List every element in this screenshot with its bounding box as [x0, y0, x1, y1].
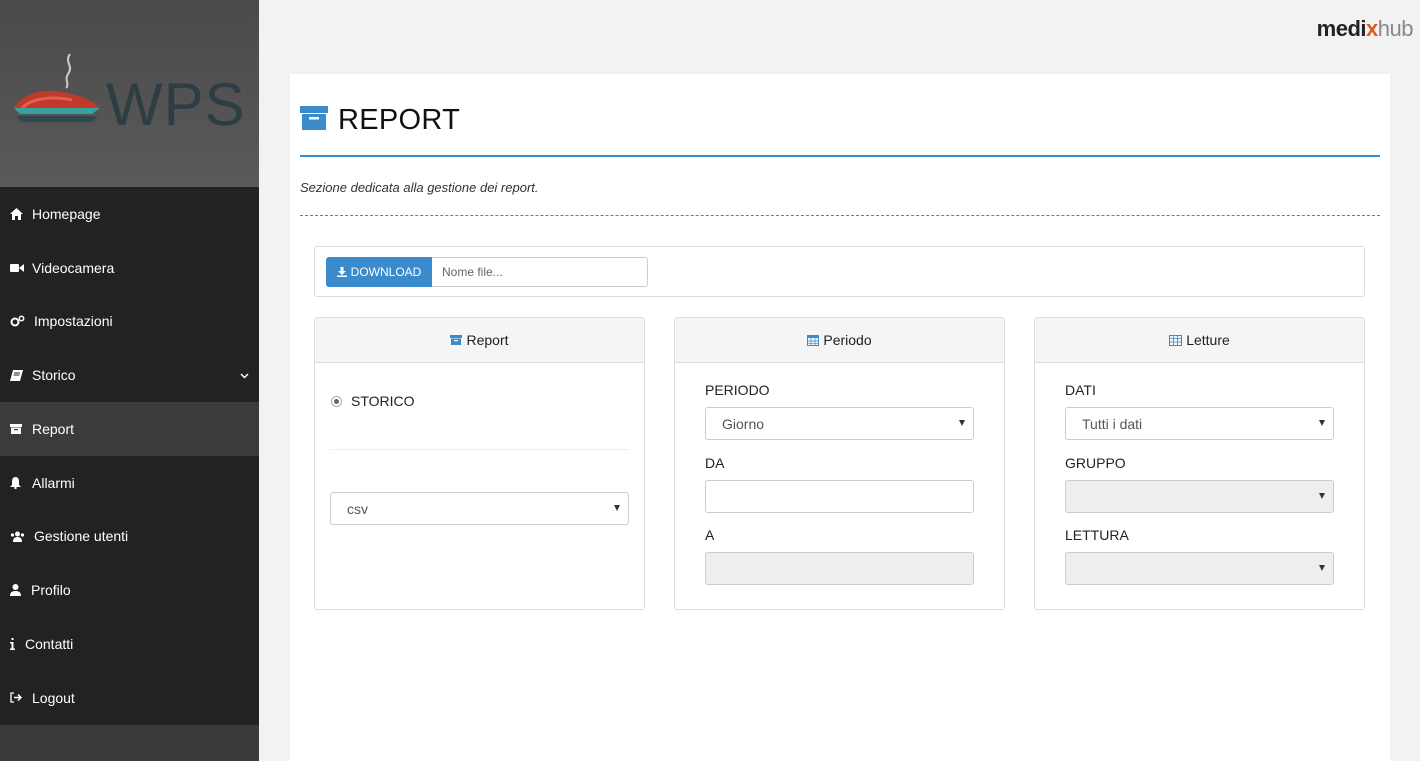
caret-down-icon: [959, 420, 965, 426]
sidebar-item-label: Gestione utenti: [34, 528, 129, 545]
lettura-label: LETTURA: [1065, 527, 1129, 543]
sidebar-item-logout[interactable]: Logout: [0, 671, 259, 725]
sidebar-item-label: Videocamera: [32, 259, 115, 276]
archive-icon: [10, 423, 32, 434]
title-divider: [300, 155, 1380, 157]
sign-out-icon: [10, 692, 32, 703]
download-button-label: DOWNLOAD: [350, 265, 422, 279]
sidebar-item-contatti[interactable]: Contatti: [0, 617, 259, 671]
logo-text: WPS: [106, 71, 246, 138]
chevron-down-icon[interactable]: [240, 366, 249, 382]
da-date-input[interactable]: [705, 480, 974, 513]
sidebar-item-allarmi[interactable]: Allarmi: [0, 456, 259, 510]
cogs-icon: [10, 315, 34, 327]
sidebar-item-label: Profilo: [31, 582, 71, 599]
dashed-divider: [300, 215, 1380, 216]
da-label: DA: [705, 455, 725, 471]
caret-down-icon: [1319, 493, 1325, 499]
storico-radio[interactable]: STORICO: [331, 393, 415, 409]
report-card-header: Report: [315, 318, 644, 363]
dati-select[interactable]: Tutti i dati: [1065, 407, 1334, 440]
caret-down-icon: [1319, 565, 1325, 571]
sidebar-item-videocamera[interactable]: Videocamera: [0, 241, 259, 295]
letture-card: Letture DATI Tutti i dati GRUPPO LETTURA: [1034, 317, 1365, 610]
format-select[interactable]: csv: [330, 492, 629, 525]
a-date-input[interactable]: [705, 552, 974, 585]
archive-icon: [450, 335, 463, 345]
page-subtitle: Sezione dedicata alla gestione dei repor…: [300, 180, 539, 195]
lettura-select[interactable]: [1065, 552, 1334, 585]
sidebar-item-storico[interactable]: Storico: [0, 348, 259, 402]
letture-card-header: Letture: [1035, 318, 1364, 363]
book-icon: [10, 369, 32, 381]
sidebar-item-label: Storico: [32, 367, 76, 384]
report-card: Report STORICO csv: [314, 317, 645, 610]
sidebar-item-label: Homepage: [32, 205, 101, 222]
sidebar: WPS Homepage Videocamera Impostazioni St…: [0, 0, 259, 761]
user-icon: [10, 584, 31, 597]
bread-logo-icon: [14, 53, 100, 122]
calendar-icon: [807, 334, 820, 346]
sidebar-item-profilo[interactable]: Profilo: [0, 563, 259, 617]
download-bar: DOWNLOAD: [314, 246, 1365, 297]
gruppo-select[interactable]: [1065, 480, 1334, 513]
table-icon: [1169, 334, 1183, 346]
info-icon: [10, 637, 25, 650]
download-button[interactable]: DOWNLOAD: [326, 257, 432, 287]
sidebar-item-gestione-utenti[interactable]: Gestione utenti: [0, 510, 259, 564]
sidebar-item-label: Contatti: [25, 635, 74, 652]
users-icon: [10, 531, 34, 542]
periodo-label: PERIODO: [705, 382, 770, 398]
dati-label: DATI: [1065, 382, 1096, 398]
periodo-card: Periodo PERIODO Giorno DA A: [674, 317, 1005, 610]
sidebar-item-impostazioni[interactable]: Impostazioni: [0, 295, 259, 349]
radio-selected-icon: [331, 395, 342, 407]
bell-icon: [10, 476, 32, 489]
sidebar-item-report[interactable]: Report: [0, 402, 259, 456]
download-icon: [336, 267, 347, 277]
caret-down-icon: [1319, 420, 1325, 426]
gruppo-label: GRUPPO: [1065, 455, 1126, 471]
page-header: REPORT: [300, 104, 460, 137]
sidebar-item-label: Report: [32, 420, 75, 437]
caret-down-icon: [614, 505, 620, 511]
logo[interactable]: WPS: [0, 0, 259, 187]
brand-logo: medixhub: [1316, 16, 1414, 41]
sidebar-item-label: Logout: [32, 689, 75, 706]
home-icon: [10, 207, 32, 220]
a-label: A: [705, 527, 715, 543]
card-divider: [330, 449, 629, 450]
sidebar-item-label: Impostazioni: [34, 313, 113, 330]
sidebar-nav: Homepage Videocamera Impostazioni Storic…: [0, 187, 259, 725]
main-panel: REPORT Sezione dedicata alla gestione de…: [290, 74, 1390, 761]
filename-input[interactable]: [432, 257, 648, 287]
periodo-card-header: Periodo: [675, 318, 1004, 363]
sidebar-item-label: Allarmi: [32, 474, 75, 491]
periodo-select[interactable]: Giorno: [705, 407, 974, 440]
storico-radio-label: STORICO: [351, 393, 415, 409]
sidebar-item-homepage[interactable]: Homepage: [0, 187, 259, 241]
archive-icon: [300, 106, 328, 135]
video-camera-icon: [10, 263, 32, 273]
page-title: REPORT: [338, 104, 461, 136]
